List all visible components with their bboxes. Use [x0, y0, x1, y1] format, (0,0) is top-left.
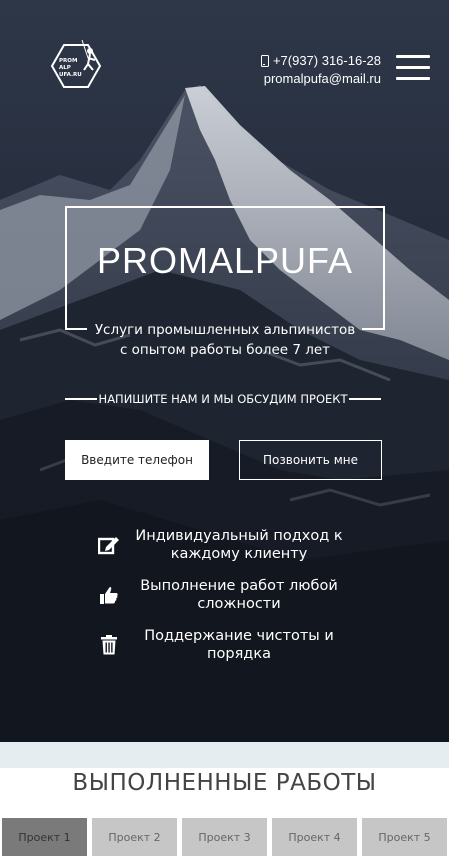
phone-icon [260, 55, 269, 67]
phone-number[interactable]: +7(937) 316-16-28 [273, 52, 381, 70]
phone-input[interactable] [65, 440, 209, 480]
feature-2-line1: Выполнение работ любой [140, 578, 338, 594]
feature-item: Выполнение работ любой сложности [96, 577, 356, 613]
feature-item: Поддержание чистоты и порядка [96, 627, 356, 663]
feature-3-line2: порядка [207, 646, 271, 662]
phone-row[interactable]: +7(937) 316-16-28 [260, 52, 381, 70]
feature-1-line2: каждому клиенту [170, 546, 308, 562]
svg-text:PROM: PROM [59, 58, 77, 64]
trash-icon [96, 632, 122, 658]
tab-project-1[interactable]: Проект 1 [2, 818, 87, 856]
email-link[interactable]: promalpufa@mail.ru [261, 70, 381, 88]
edit-icon [96, 532, 122, 558]
brand-title: PROMALPUFA [96, 240, 354, 281]
hero-subtitle-line1: Услуги промышленных альпинистов [94, 322, 356, 338]
tab-project-3[interactable]: Проект 3 [182, 818, 267, 856]
call-me-button[interactable]: Позвонить мне [239, 440, 382, 480]
contacts-block: +7(937) 316-16-28 promalpufa@mail.ru [260, 52, 381, 88]
feature-3-line1: Поддержание чистоты и [144, 628, 334, 644]
hero-section: PROM ALP UFA.RU +7(937) 316-16-28 promal… [0, 0, 449, 742]
tab-project-4[interactable]: Проект 4 [272, 818, 357, 856]
thumbs-up-icon [96, 582, 122, 608]
svg-text:ALP: ALP [59, 65, 71, 71]
project-tabs: Проект 1 Проект 2 Проект 3 Проект 4 Прое… [2, 818, 447, 856]
company-logo[interactable]: PROM ALP UFA.RU [48, 38, 104, 94]
cta-divider-right [349, 398, 382, 400]
cta-heading: НАПИШИТЕ НАМ И МЫ ОБСУДИМ ПРОЕКТ [65, 392, 382, 406]
feature-item: Индивидуальный подход к каждому клиенту [96, 527, 356, 563]
cta-divider-left [65, 398, 97, 400]
hero-subtitle-line2: с опытом работы более 7 лет [119, 342, 331, 358]
completed-works-title: ВЫПОЛНЕННЫЕ РАБОТЫ [72, 770, 377, 796]
svg-text:UFA.RU: UFA.RU [59, 72, 82, 78]
feature-1-line1: Индивидуальный подход к [135, 528, 343, 544]
hamburger-menu-icon[interactable] [396, 55, 430, 85]
hero-subtitle: Услуги промышленных альпинистов с опытом… [65, 320, 385, 360]
cta-text: НАПИШИТЕ НАМ И МЫ ОБСУДИМ ПРОЕКТ [98, 392, 348, 406]
feature-2-line2: сложности [197, 596, 281, 612]
section-divider-strip [0, 742, 449, 768]
tab-project-2[interactable]: Проект 2 [92, 818, 177, 856]
tab-project-5[interactable]: Проект 5 [362, 818, 447, 856]
